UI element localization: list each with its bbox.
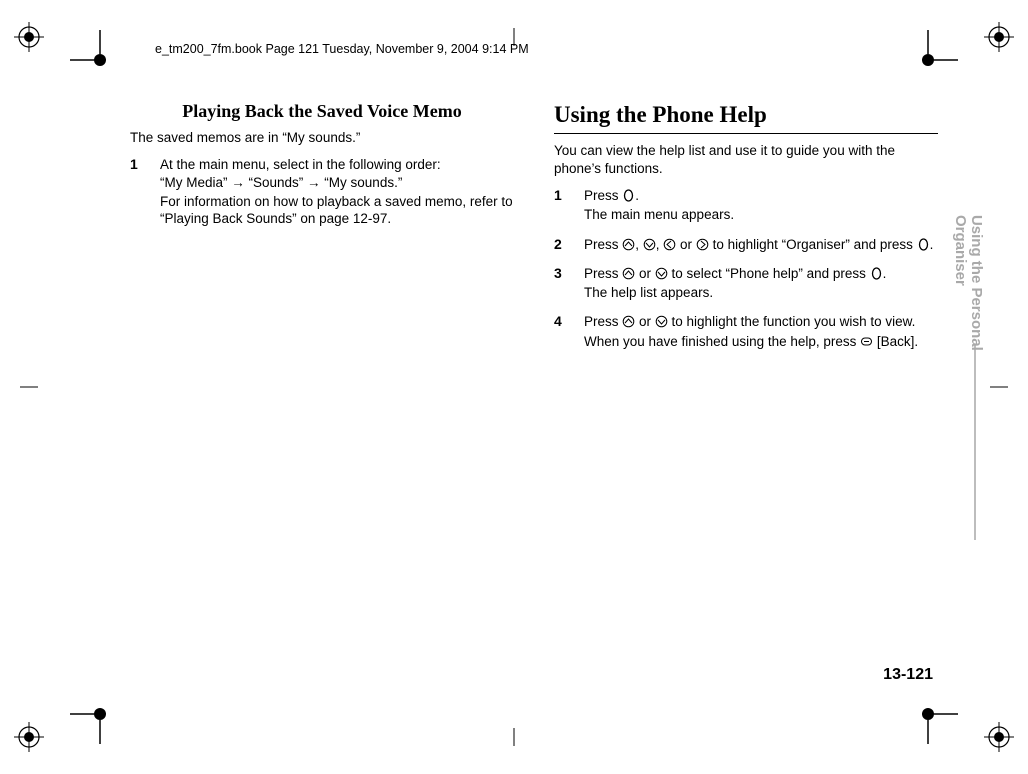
text: , xyxy=(635,237,643,252)
center-key-icon xyxy=(622,189,635,202)
down-key-icon xyxy=(655,315,668,328)
text: When you have finished using the help, p… xyxy=(584,334,860,349)
step: 3 Press or to select “Phone help” and pr… xyxy=(554,265,938,304)
left-column: Playing Back the Saved Voice Memo The sa… xyxy=(130,100,514,362)
step-body: At the main menu, select in the followin… xyxy=(160,156,514,229)
step-body: Press . The main menu appears. xyxy=(584,187,938,226)
up-key-icon xyxy=(622,315,635,328)
text: [Back]. xyxy=(873,334,918,349)
step-body: Press , , or to highlight “Organiser” an… xyxy=(584,236,938,255)
step-number: 2 xyxy=(554,236,568,255)
step: 1 Press . The main menu appears. xyxy=(554,187,938,226)
crop-tick-icon xyxy=(514,728,515,746)
registration-mark-icon xyxy=(14,722,44,752)
step-text: The help list appears. xyxy=(584,284,938,301)
step-text: Press . xyxy=(584,187,938,204)
text: . xyxy=(930,237,934,252)
step-text: The main menu appears. xyxy=(584,206,938,223)
text: , xyxy=(656,237,664,252)
crop-mark-icon xyxy=(70,30,130,90)
step-text: At the main menu, select in the followin… xyxy=(160,156,514,191)
step-text: When you have finished using the help, p… xyxy=(584,333,938,350)
crop-tick-icon xyxy=(990,387,1008,388)
text: “My sounds.” xyxy=(321,175,403,190)
crop-mark-icon xyxy=(898,684,958,744)
softkey-icon xyxy=(860,335,873,348)
down-key-icon xyxy=(643,238,656,251)
step-text: Press or to select “Phone help” and pres… xyxy=(584,265,938,282)
text: Press xyxy=(584,266,622,281)
side-tab-label: Using the Personal Organiser xyxy=(953,215,985,355)
text: or xyxy=(676,237,696,252)
left-key-icon xyxy=(663,238,676,251)
registration-mark-icon xyxy=(984,22,1014,52)
side-tab-rule xyxy=(974,345,976,540)
text: “My Media” xyxy=(160,175,231,190)
registration-mark-icon xyxy=(14,22,44,52)
page-number: 13-121 xyxy=(883,666,933,684)
center-key-icon xyxy=(870,267,883,280)
registration-mark-icon xyxy=(984,722,1014,752)
step-text: Press , , or to highlight “Organiser” an… xyxy=(584,236,938,253)
text: or xyxy=(635,266,655,281)
step: 4 Press or to highlight the function you… xyxy=(554,313,938,352)
text: Press xyxy=(584,314,622,329)
step: 2 Press , , or to highlight “Organiser” … xyxy=(554,236,938,255)
left-heading: Playing Back the Saved Voice Memo xyxy=(130,100,514,123)
right-heading: Using the Phone Help xyxy=(554,100,938,129)
step-number: 1 xyxy=(554,187,568,226)
right-key-icon xyxy=(696,238,709,251)
text: Press xyxy=(584,237,622,252)
text: . xyxy=(883,266,887,281)
step-body: Press or to select “Phone help” and pres… xyxy=(584,265,938,304)
crop-mark-icon xyxy=(70,684,130,744)
step-body: Press or to highlight the function you w… xyxy=(584,313,938,352)
running-header: e_tm200_7fm.book Page 121 Tuesday, Novem… xyxy=(155,42,529,56)
text: Press xyxy=(584,188,622,203)
text: At the main menu, select in the followin… xyxy=(160,157,441,172)
crop-tick-icon xyxy=(20,387,38,388)
left-steps: 1 At the main menu, select in the follow… xyxy=(130,156,514,229)
left-intro: The saved memos are in “My sounds.” xyxy=(130,129,514,146)
step-text: Press or to highlight the function you w… xyxy=(584,313,938,330)
down-key-icon xyxy=(655,267,668,280)
right-steps: 1 Press . The main menu appears. 2 Press… xyxy=(554,187,938,352)
page-body: Playing Back the Saved Voice Memo The sa… xyxy=(130,100,938,362)
text: or xyxy=(635,314,655,329)
right-intro: You can view the help list and use it to… xyxy=(554,142,938,177)
text: . xyxy=(635,188,639,203)
crop-mark-icon xyxy=(898,30,958,90)
step-number: 3 xyxy=(554,265,568,304)
step: 1 At the main menu, select in the follow… xyxy=(130,156,514,229)
text: “Sounds” xyxy=(245,175,307,190)
heading-rule xyxy=(554,133,938,134)
up-key-icon xyxy=(622,238,635,251)
up-key-icon xyxy=(622,267,635,280)
step-number: 4 xyxy=(554,313,568,352)
text: to highlight the function you wish to vi… xyxy=(668,314,916,329)
right-column: Using the Phone Help You can view the he… xyxy=(554,100,938,362)
step-number: 1 xyxy=(130,156,144,229)
text: to highlight “Organiser” and press xyxy=(709,237,917,252)
center-key-icon xyxy=(917,238,930,251)
text: to select “Phone help” and press xyxy=(668,266,870,281)
step-text: For information on how to playback a sav… xyxy=(160,193,514,228)
